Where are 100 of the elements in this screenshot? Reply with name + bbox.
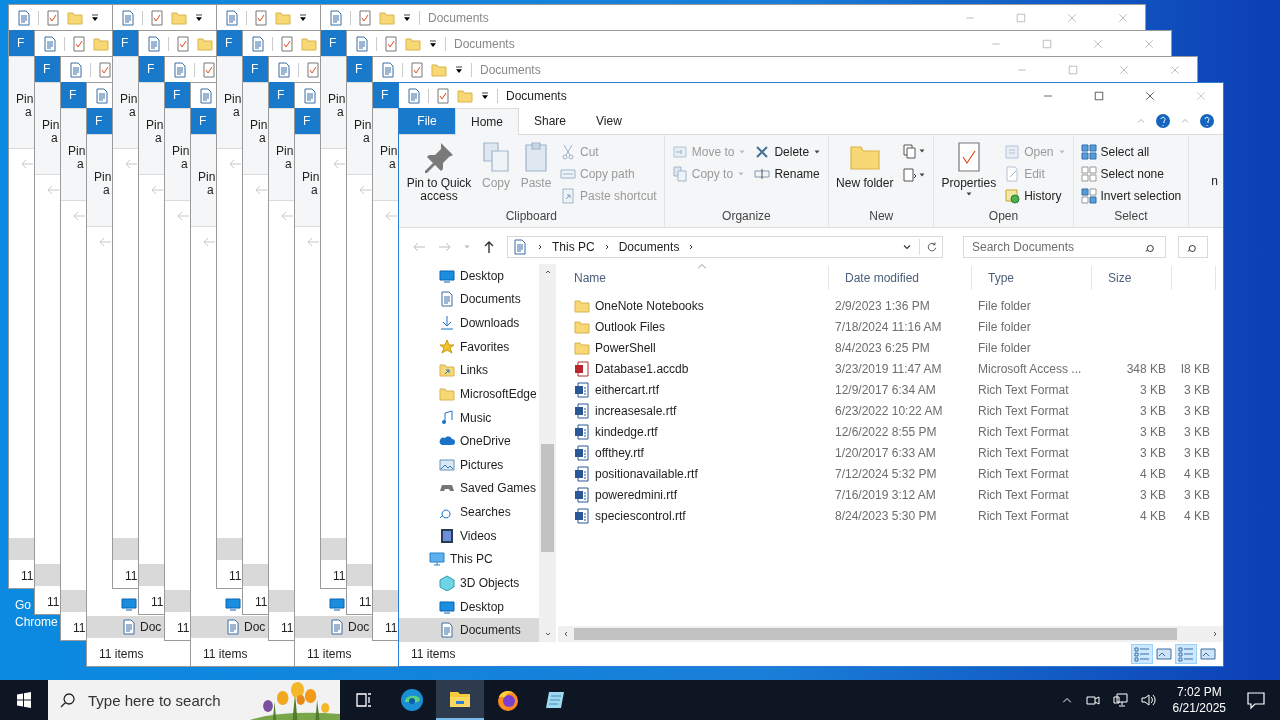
column-header[interactable]: Date modified [829,266,972,290]
document-icon[interactable] [406,87,422,104]
caret-icon[interactable] [918,171,927,179]
document-icon[interactable] [146,35,162,52]
search-button[interactable] [1178,236,1208,258]
monitor-icon[interactable] [225,596,241,612]
search-icon[interactable] [60,692,76,708]
document-icon[interactable] [328,9,344,26]
file-tab[interactable]: F [321,30,343,56]
caret-icon[interactable] [918,147,927,155]
checked-document-icon[interactable] [45,9,61,26]
network-icon[interactable] [1112,692,1129,708]
file-name[interactable]: Outlook Files [595,319,666,334]
file-tab[interactable]: F [9,30,31,56]
scrollbar[interactable] [558,626,1223,642]
nav-item[interactable]: Doc [140,620,162,634]
ribbon-tab[interactable]: Home [455,108,519,135]
pin-label[interactable]: a [25,106,32,119]
pin-label[interactable]: Pin [380,145,398,158]
browser-icon[interactable] [400,688,424,712]
file-name[interactable]: OneNote Notebooks [595,298,704,313]
document-icon[interactable] [439,291,455,308]
checked-document-icon[interactable] [357,9,373,26]
delete-icon[interactable] [754,143,771,160]
notification-icon[interactable] [1246,690,1266,710]
file-name[interactable]: eithercart.rtf [595,382,660,397]
document-icon[interactable] [276,61,292,78]
ribbon-button[interactable]: New folder [833,139,897,192]
column-header[interactable]: Name [558,266,829,290]
pin-label[interactable]: a [285,158,292,171]
invert-selection-icon[interactable] [1080,187,1097,204]
picture-frame-icon[interactable] [439,456,455,473]
new-item-icon[interactable] [901,143,918,159]
clock[interactable]: 7:02 PM 6/21/2025 [1172,684,1226,716]
nav-item[interactable]: MicrosoftEdge [399,382,539,406]
document-icon[interactable] [250,35,266,52]
pin-label[interactable]: a [155,132,162,145]
file-tab[interactable]: F [191,108,213,134]
document-icon[interactable] [68,61,84,78]
nav-item[interactable]: Pictures [399,453,539,477]
column-header[interactable]: Type [972,266,1092,290]
document-icon[interactable] [172,61,188,78]
checked-document-icon[interactable] [97,61,113,78]
scrollbar-thumb[interactable] [574,628,1177,640]
pin-label[interactable]: Pin [16,93,34,106]
file-tab[interactable]: F [139,56,161,82]
select-none-icon[interactable] [1080,165,1097,182]
help-icon[interactable] [1199,113,1215,129]
explorer-window[interactable] [398,82,1224,667]
search-bar[interactable]: Type here to search [48,680,340,720]
search-field[interactable]: Search Documents [963,236,1166,258]
nav-item[interactable]: Searches [399,500,539,524]
scroll-up-icon[interactable] [543,268,552,276]
windows-icon[interactable] [16,692,32,708]
scroll-left-icon[interactable] [562,630,570,638]
pin-icon[interactable] [423,141,455,173]
nav-item[interactable]: Desktop [399,594,539,619]
file-tab[interactable]: F [61,82,83,108]
ribbon-button[interactable]: Properties [938,139,1000,200]
scroll-down-icon[interactable] [543,630,552,638]
maximize-icon[interactable] [1093,90,1104,101]
document-icon[interactable] [329,619,345,635]
nav-item[interactable]: Saved Games [399,476,539,501]
checked-document-icon[interactable] [279,35,295,52]
scroll-right-icon[interactable] [1211,630,1219,638]
pin-label[interactable]: Pin [354,119,372,132]
pin-label[interactable]: Pin [42,119,60,132]
document-icon[interactable] [120,9,136,26]
nav-item[interactable]: Music [399,405,539,430]
checked-document-icon[interactable] [383,35,399,52]
nav-item[interactable]: Downloads [399,311,539,335]
checked-document-icon[interactable] [71,35,87,52]
document-icon[interactable] [302,87,318,104]
nav-item[interactable]: Doc [244,620,266,634]
pin-label[interactable]: Pin [276,145,294,158]
nav-item[interactable]: 3D Objects [399,571,539,595]
nav-item[interactable]: Documents [399,287,539,312]
file-tab[interactable]: F [373,82,395,108]
nav-item[interactable]: Videos [399,523,539,548]
ribbon-button[interactable]: Select all [1077,141,1185,162]
volume-icon[interactable] [1140,692,1157,708]
film-icon[interactable] [439,527,455,544]
document-icon[interactable] [42,35,58,52]
file-name[interactable]: increasesale.rtf [595,403,677,418]
checked-document-icon[interactable] [409,61,425,78]
cube-icon[interactable] [439,574,455,591]
scrollbar-thumb[interactable] [541,444,554,552]
pin-label[interactable]: a [389,158,396,171]
taskbar-app-button[interactable] [436,680,484,720]
pin-label[interactable]: a [233,106,240,119]
pin-label[interactable]: a [129,106,136,119]
file-tab[interactable]: F [269,82,291,108]
pin-label[interactable]: Pin [198,171,216,184]
document-icon[interactable] [439,622,455,639]
download-arrow-icon[interactable] [439,315,455,332]
pin-label[interactable]: a [337,106,344,119]
pin-label[interactable]: a [181,158,188,171]
monitor-icon[interactable] [439,267,455,284]
file-name[interactable]: offthey.rtf [595,445,644,460]
file-name[interactable]: Database1.accdb [595,361,689,376]
